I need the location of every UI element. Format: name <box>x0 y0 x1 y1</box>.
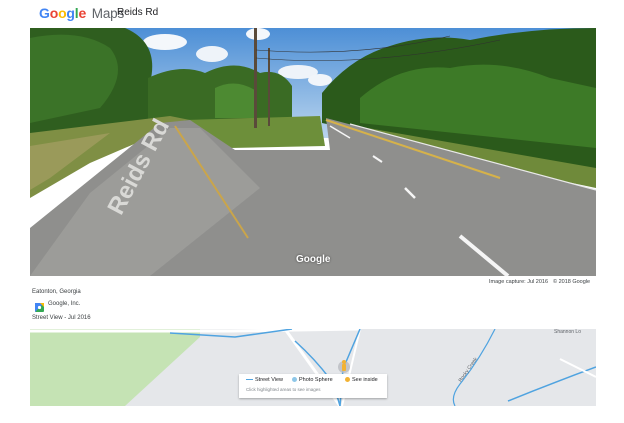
street-view-date: Street View - Jul 2016 <box>32 315 91 321</box>
location-label: Eatonton, Georgia <box>32 289 81 295</box>
google-maps-logo[interactable]: Google Maps <box>39 5 124 21</box>
legend-see-inside: See inside <box>345 377 378 383</box>
street-view-panorama[interactable]: Reids Rd <box>30 28 596 276</box>
logo-word: Google <box>39 5 87 21</box>
google-contributor-icon <box>35 299 44 312</box>
pano-google-watermark: Google <box>296 254 331 265</box>
legend-photo-sphere: Photo Sphere <box>292 377 333 383</box>
see-inside-icon <box>345 377 350 383</box>
image-capture-date: Image capture: Jul 2016 <box>489 279 549 285</box>
copyright[interactable]: © 2018 Google <box>553 279 590 285</box>
street-view-line-icon <box>246 378 253 381</box>
photo-sphere-icon <box>292 377 297 383</box>
map-legend: Street View Photo Sphere See inside Clic… <box>239 374 387 398</box>
map-place-label: Shannon Lo <box>554 329 581 335</box>
place-title: Reids Rd <box>117 7 159 18</box>
contributor-link[interactable]: Google, Inc. <box>48 301 80 307</box>
legend-street-view: Street View <box>246 377 283 383</box>
legend-hint: Click highlighted areas to see images <box>246 387 321 392</box>
